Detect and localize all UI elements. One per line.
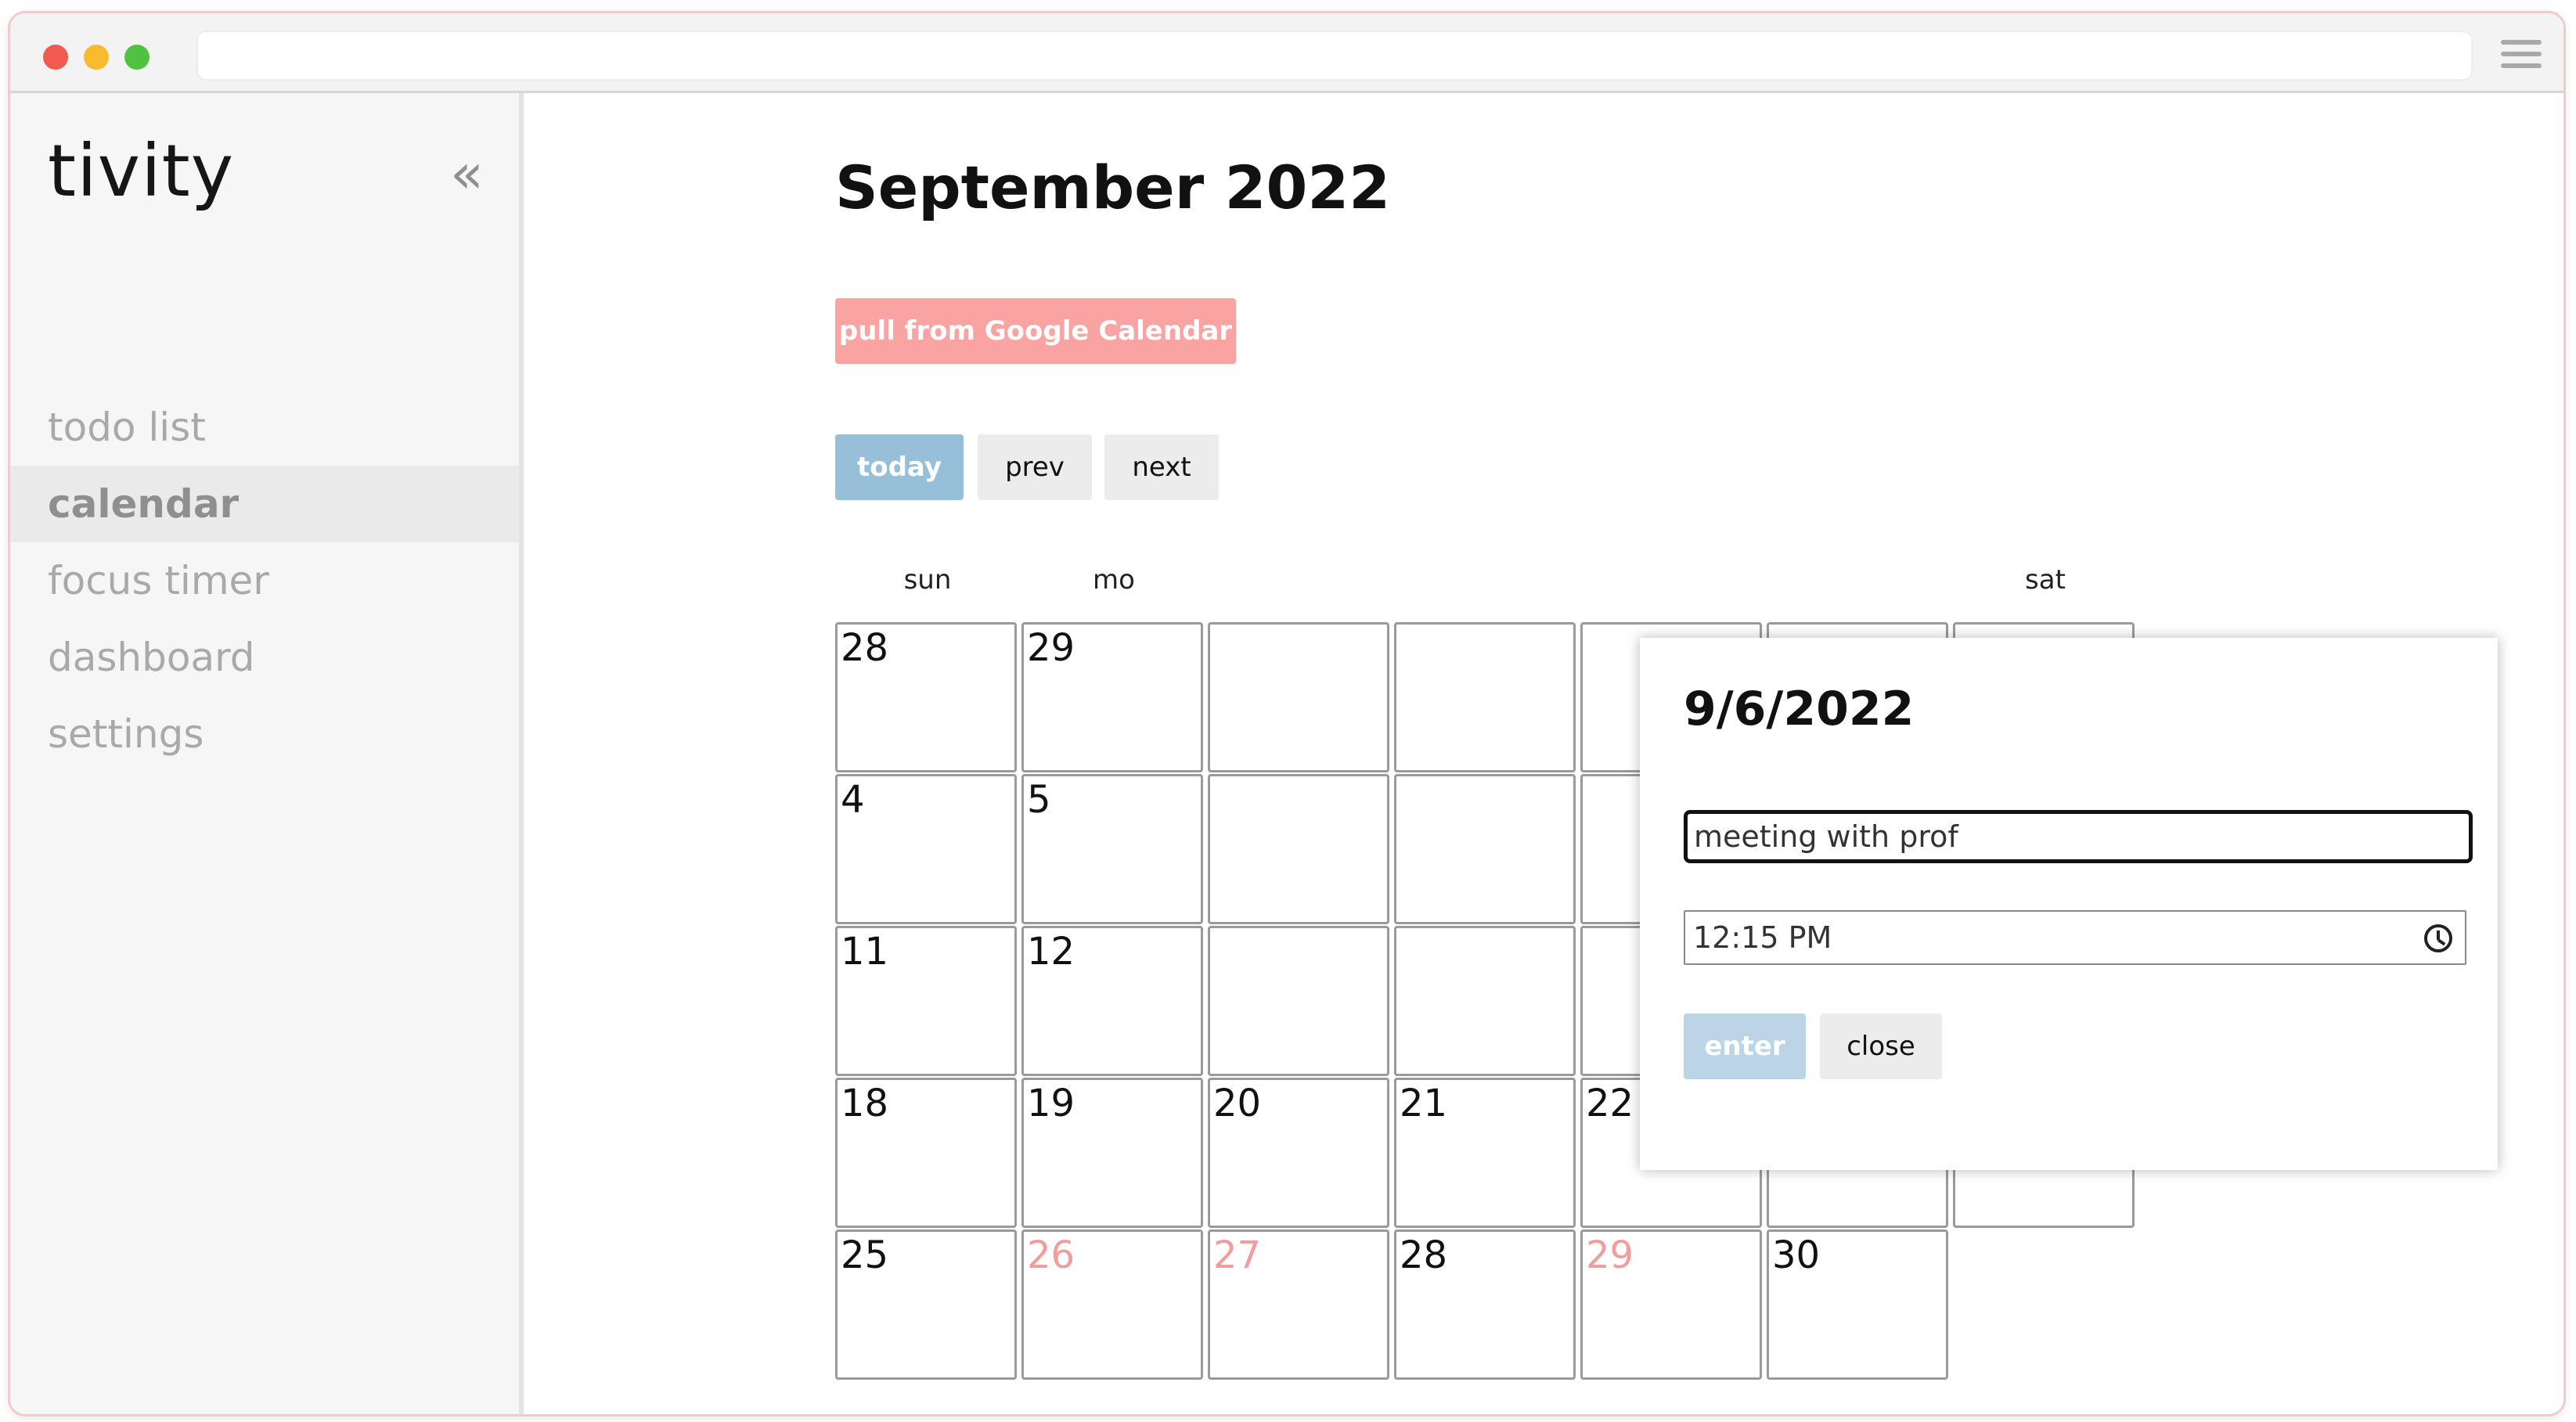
calendar-day-cell[interactable] xyxy=(1394,622,1576,772)
day-number: 26 xyxy=(1027,1233,1075,1277)
day-number: 20 xyxy=(1213,1082,1262,1125)
calendar-day-cell[interactable] xyxy=(1208,622,1389,772)
calendar-day-cell[interactable]: 5 xyxy=(1021,774,1203,924)
sidebar-item-calendar[interactable]: calendar xyxy=(10,466,519,542)
calendar-day-cell[interactable]: 20 xyxy=(1208,1078,1389,1228)
sidebar-item-dashboard[interactable]: dashboard xyxy=(10,619,519,696)
calendar-day-cell[interactable]: 21 xyxy=(1394,1078,1576,1228)
app-logo: tivity xyxy=(48,129,235,213)
weekday-label: sat xyxy=(2025,564,2066,596)
page-title: September 2022 xyxy=(835,153,1391,222)
next-button[interactable]: next xyxy=(1104,434,1219,500)
day-number: 18 xyxy=(841,1082,889,1125)
day-number: 22 xyxy=(1586,1082,1634,1125)
calendar-day-cell[interactable]: 11 xyxy=(835,926,1017,1076)
event-time-input[interactable]: 12:15 PM xyxy=(1684,910,2466,965)
calendar-day-cell[interactable]: 28 xyxy=(1394,1229,1576,1380)
day-number: 30 xyxy=(1772,1233,1821,1277)
sidebar-item-todo-list[interactable]: todo list xyxy=(10,389,519,466)
close-window-icon[interactable] xyxy=(43,45,68,70)
day-number: 27 xyxy=(1213,1233,1262,1277)
browser-toolbar xyxy=(10,13,2563,93)
calendar-day-cell[interactable] xyxy=(1208,774,1389,924)
calendar-day-cell[interactable] xyxy=(1394,774,1576,924)
weekday-label: mo xyxy=(1093,564,1135,596)
day-number: 4 xyxy=(841,778,865,822)
calendar-day-cell[interactable]: 25 xyxy=(835,1229,1017,1380)
day-number: 21 xyxy=(1400,1082,1448,1125)
sidebar-nav: todo list calendar focus timer dashboard… xyxy=(10,389,519,772)
calendar-page: September 2022 pull from Google Calendar… xyxy=(528,93,2563,1414)
day-number: 5 xyxy=(1027,778,1051,822)
sidebar-item-focus-timer[interactable]: focus timer xyxy=(10,542,519,619)
event-time-value: 12:15 PM xyxy=(1693,920,1832,955)
maximize-window-icon[interactable] xyxy=(124,45,150,70)
address-bar[interactable] xyxy=(196,31,2473,81)
clock-icon[interactable] xyxy=(2424,924,2452,952)
today-button[interactable]: today xyxy=(835,434,964,500)
dialog-date-title: 9/6/2022 xyxy=(1684,682,1915,736)
close-button[interactable]: close xyxy=(1820,1013,1942,1079)
event-title-input[interactable] xyxy=(1684,810,2473,863)
weekday-label: sun xyxy=(903,564,952,596)
day-number: 19 xyxy=(1027,1082,1075,1125)
minimize-window-icon[interactable] xyxy=(84,45,109,70)
collapse-sidebar-icon[interactable]: « xyxy=(450,142,484,206)
day-number: 29 xyxy=(1027,626,1075,670)
sidebar-item-settings[interactable]: settings xyxy=(10,696,519,772)
calendar-day-cell[interactable]: 29 xyxy=(1580,1229,1762,1380)
calendar-day-cell[interactable]: 18 xyxy=(835,1078,1017,1228)
day-number: 29 xyxy=(1586,1233,1634,1277)
day-number: 25 xyxy=(841,1233,889,1277)
weekday-header: sun mo sat xyxy=(835,564,2139,611)
event-dialog: 9/6/2022 12:15 PM enter close xyxy=(1640,638,2498,1170)
calendar-day-cell[interactable]: 30 xyxy=(1767,1229,1948,1380)
prev-button[interactable]: prev xyxy=(978,434,1092,500)
enter-button[interactable]: enter xyxy=(1684,1013,1806,1079)
calendar-day-cell[interactable] xyxy=(1208,926,1389,1076)
day-number: 28 xyxy=(841,626,889,670)
day-number: 12 xyxy=(1027,930,1075,974)
calendar-day-cell[interactable]: 4 xyxy=(835,774,1017,924)
calendar-day-cell[interactable]: 26 xyxy=(1021,1229,1203,1380)
browser-window: tivity « todo list calendar focus timer … xyxy=(8,11,2566,1417)
calendar-day-cell[interactable]: 27 xyxy=(1208,1229,1389,1380)
day-number: 11 xyxy=(841,930,889,974)
calendar-day-cell[interactable]: 12 xyxy=(1021,926,1203,1076)
hamburger-menu-icon[interactable] xyxy=(2501,40,2542,71)
pull-google-calendar-button[interactable]: pull from Google Calendar xyxy=(835,298,1236,364)
day-number: 28 xyxy=(1400,1233,1448,1277)
sidebar: tivity « todo list calendar focus timer … xyxy=(10,93,524,1414)
calendar-day-cell[interactable]: 19 xyxy=(1021,1078,1203,1228)
calendar-day-cell[interactable]: 29 xyxy=(1021,622,1203,772)
calendar-day-cell[interactable] xyxy=(1394,926,1576,1076)
calendar-day-cell[interactable]: 28 xyxy=(835,622,1017,772)
